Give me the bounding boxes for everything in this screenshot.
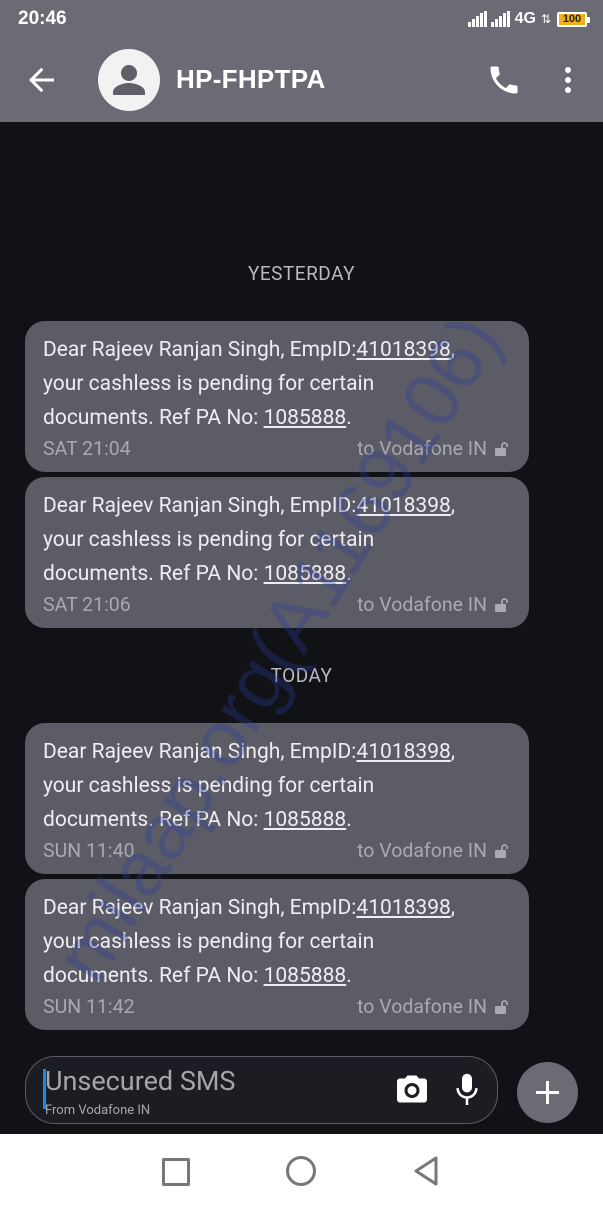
- signal-strength-icon: [490, 11, 510, 27]
- message-bubble[interactable]: Dear Rajeev Ranjan Singh, EmpID:41018398…: [25, 879, 529, 1030]
- message-prefix: Dear Rajeev Ranjan Singh, EmpID:: [43, 896, 357, 920]
- message-suffix: .: [346, 964, 352, 988]
- microphone-icon: [456, 1073, 478, 1105]
- message-suffix: .: [346, 406, 352, 430]
- home-button[interactable]: [286, 1156, 316, 1186]
- more-options-button[interactable]: [555, 62, 581, 98]
- message-prefix: Dear Rajeev Ranjan Singh, EmpID:: [43, 494, 357, 518]
- emp-id-link[interactable]: 41018398: [356, 896, 450, 920]
- conversation-title: HP-FHPTPA: [176, 64, 326, 94]
- data-activity-icon: ⇅: [540, 12, 551, 26]
- arrow-back-icon: [29, 67, 54, 93]
- message-time: SUN 11:40: [43, 839, 135, 862]
- signal-strength-icon: [467, 11, 487, 27]
- message-meta: SUN 11:42 to Vodafone IN: [43, 995, 509, 1018]
- unlocked-padlock-icon: [495, 597, 508, 612]
- message-prefix: Dear Rajeev Ranjan Singh, EmpID:: [43, 740, 357, 764]
- emp-id-link[interactable]: 41018398: [356, 740, 450, 764]
- message-time: SAT 21:06: [43, 593, 131, 616]
- system-back-button[interactable]: [410, 1154, 442, 1188]
- voice-input-button[interactable]: [452, 1071, 482, 1109]
- contact-avatar[interactable]: [98, 49, 160, 111]
- unlocked-padlock-icon: [495, 999, 508, 1014]
- status-bar: 20:46 4G ⇅ 100: [0, 0, 603, 38]
- message-text: Dear Rajeev Ranjan Singh, EmpID:41018398…: [43, 735, 511, 837]
- status-indicators: 4G ⇅ 100: [467, 9, 590, 29]
- ref-no-link[interactable]: 1085888: [264, 808, 347, 832]
- plus-icon: [536, 1081, 559, 1104]
- message-recipient: to Vodafone IN: [357, 593, 509, 616]
- recipient-label: to Vodafone IN: [357, 995, 487, 1018]
- message-text: Dear Rajeev Ranjan Singh, EmpID:41018398…: [43, 891, 511, 993]
- more-vert-icon: [565, 67, 571, 93]
- emp-id-link[interactable]: 41018398: [356, 338, 450, 362]
- battery-level: 100: [562, 13, 582, 25]
- ref-no-link[interactable]: 1085888: [264, 562, 347, 586]
- message-suffix: .: [346, 808, 352, 832]
- message-meta: SAT 21:06 to Vodafone IN: [43, 593, 509, 616]
- ref-no-link[interactable]: 1085888: [264, 406, 347, 430]
- emp-id-link[interactable]: 41018398: [356, 494, 450, 518]
- ref-no-link[interactable]: 1085888: [264, 964, 347, 988]
- recipient-label: to Vodafone IN: [357, 437, 487, 460]
- battery-icon: 100: [557, 11, 590, 27]
- date-separator-today: TODAY: [270, 664, 333, 687]
- add-attachment-button[interactable]: [517, 1062, 578, 1123]
- phone-icon: [490, 66, 518, 94]
- message-suffix: .: [346, 562, 352, 586]
- date-separator-yesterday: YESTERDAY: [247, 262, 356, 285]
- unlocked-padlock-icon: [495, 441, 508, 456]
- recipient-label: to Vodafone IN: [357, 839, 487, 862]
- recent-apps-button[interactable]: [162, 1158, 190, 1186]
- message-list[interactable]: YESTERDAY Dear Rajeev Ranjan Singh, EmpI…: [0, 122, 603, 1134]
- status-time: 20:46: [18, 8, 67, 29]
- back-button[interactable]: [22, 60, 62, 100]
- message-bubble[interactable]: Dear Rajeev Ranjan Singh, EmpID:41018398…: [25, 321, 529, 472]
- app-bar: HP-FHPTPA: [0, 38, 603, 122]
- message-text: Dear Rajeev Ranjan Singh, EmpID:41018398…: [43, 489, 511, 591]
- network-type: 4G: [514, 10, 536, 27]
- camera-button[interactable]: [394, 1071, 430, 1107]
- message-text: Dear Rajeev Ranjan Singh, EmpID:41018398…: [43, 333, 511, 435]
- compose-placeholder: Unsecured SMS: [45, 1065, 236, 1097]
- message-bubble[interactable]: Dear Rajeev Ranjan Singh, EmpID:41018398…: [25, 477, 529, 628]
- triangle-back-icon: [414, 1156, 438, 1186]
- message-prefix: Dear Rajeev Ranjan Singh, EmpID:: [43, 338, 357, 362]
- message-time: SAT 21:04: [43, 437, 131, 460]
- call-button[interactable]: [486, 62, 522, 98]
- system-nav-bar: [0, 1134, 603, 1206]
- person-icon: [113, 65, 145, 95]
- message-compose-field[interactable]: Unsecured SMS From Vodafone IN: [25, 1056, 498, 1124]
- unlocked-padlock-icon: [495, 843, 508, 858]
- message-recipient: to Vodafone IN: [357, 839, 509, 862]
- message-meta: SUN 11:40 to Vodafone IN: [43, 839, 509, 862]
- message-time: SUN 11:42: [43, 995, 135, 1018]
- message-meta: SAT 21:04 to Vodafone IN: [43, 437, 509, 460]
- compose-sender-label: From Vodafone IN: [45, 1103, 151, 1118]
- message-recipient: to Vodafone IN: [357, 995, 509, 1018]
- message-recipient: to Vodafone IN: [357, 437, 509, 460]
- recipient-label: to Vodafone IN: [357, 593, 487, 616]
- message-bubble[interactable]: Dear Rajeev Ranjan Singh, EmpID:41018398…: [25, 723, 529, 874]
- camera-icon: [397, 1075, 427, 1103]
